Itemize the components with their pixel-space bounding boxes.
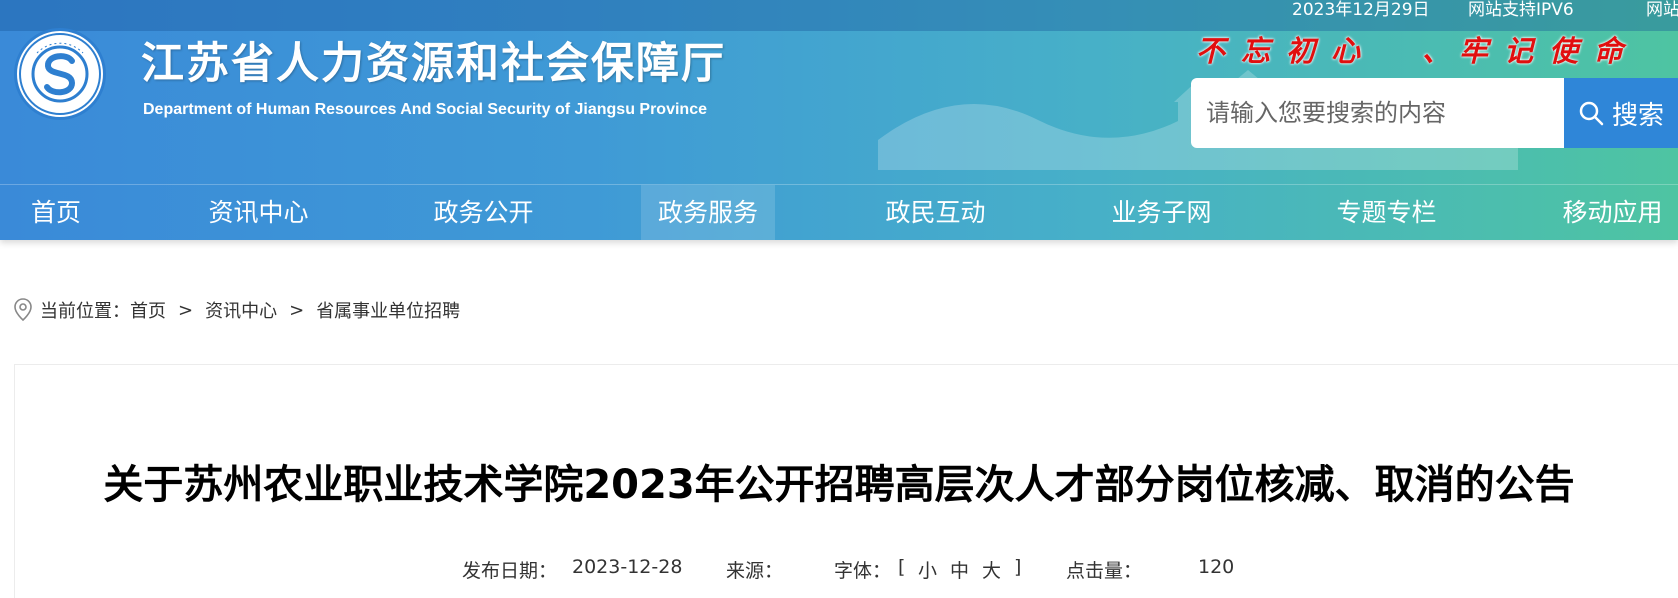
publish-date: 2023-12-28: [572, 556, 683, 578]
font-size-small-button[interactable]: 小: [918, 556, 937, 583]
slogan: 不忘初心 、牢记使命: [1196, 28, 1639, 68]
slogan-char: 初: [1286, 34, 1316, 68]
search-input[interactable]: [1206, 99, 1546, 127]
slogan-char: 忘: [1241, 34, 1271, 68]
search-icon: [1579, 101, 1604, 126]
slogan-char: 心: [1331, 34, 1361, 68]
top-link[interactable]: 网站: [1646, 0, 1678, 20]
font-size-bracket-close: ]: [1014, 556, 1022, 578]
source-label: 来源：: [726, 560, 784, 582]
slogan-char: 、: [1421, 34, 1451, 68]
search-box: [1191, 78, 1564, 148]
nav-item-topics[interactable]: 专题专栏: [1334, 185, 1439, 240]
nav-item-gov-info[interactable]: 政务公开: [431, 185, 536, 240]
ipv6-notice: 网站支持IPV6: [1468, 0, 1574, 20]
font-size-bracket-open: [: [898, 556, 906, 578]
nav-item-interaction[interactable]: 政民互动: [883, 185, 988, 240]
breadcrumb: 当前位置： 首页 > 资讯中心 > 省属事业单位招聘: [12, 297, 460, 323]
current-date: 2023年12月29日: [1292, 0, 1430, 20]
site-subtitle: Department of Human Resources And Social…: [143, 101, 707, 118]
breadcrumb-prefix: 当前位置：: [40, 301, 130, 322]
breadcrumb-separator: >: [178, 299, 194, 321]
slogan-char: 命: [1594, 34, 1624, 68]
search-button-label: 搜索: [1612, 100, 1665, 131]
publish-date-label: 发布日期：: [462, 560, 558, 582]
breadcrumb-home[interactable]: 首页: [130, 297, 166, 323]
breadcrumb-current[interactable]: 省属事业单位招聘: [316, 297, 460, 323]
site-logo[interactable]: [14, 28, 106, 120]
search-button[interactable]: 搜索: [1564, 78, 1678, 148]
breadcrumb-separator: >: [289, 299, 305, 321]
slogan-char: 记: [1504, 34, 1534, 68]
font-size-label: 字体：: [834, 560, 892, 582]
font-size-large-button[interactable]: 大: [982, 556, 1001, 583]
location-pin-icon: [14, 298, 32, 322]
slogan-char: 牢: [1459, 34, 1489, 68]
nav-item-news[interactable]: 资讯中心: [206, 185, 311, 240]
nav-item-mobile[interactable]: 移动应用: [1560, 185, 1665, 240]
top-info-bar: 2023年12月29日 网站支持IPV6 网站: [0, 0, 1678, 31]
logo-emblem-icon: [19, 33, 101, 115]
font-size-medium-button[interactable]: 中: [950, 556, 969, 583]
slogan-char: 使: [1549, 34, 1579, 68]
site-header: 2023年12月29日 网站支持IPV6 网站 江苏省人力资源和社会保障厅 De…: [0, 0, 1678, 240]
slogan-char: 不: [1196, 34, 1226, 68]
article-title: 关于苏州农业职业技术学院2023年公开招聘高层次人才部分岗位核减、取消的公告: [103, 462, 1575, 508]
nav-item-home[interactable]: 首页: [26, 185, 86, 240]
breadcrumb-news[interactable]: 资讯中心: [205, 297, 277, 323]
site-title[interactable]: 江苏省人力资源和社会保障厅: [141, 29, 726, 91]
nav-item-sub-sites[interactable]: 业务子网: [1109, 185, 1214, 240]
views-label: 点击量：: [1066, 560, 1143, 582]
nav-item-gov-service[interactable]: 政务服务: [641, 185, 775, 240]
main-nav: 首页 资讯中心 政务公开 政务服务 政民互动 业务子网 专题专栏 移动应用: [0, 184, 1678, 240]
views-count: 120: [1198, 556, 1235, 578]
